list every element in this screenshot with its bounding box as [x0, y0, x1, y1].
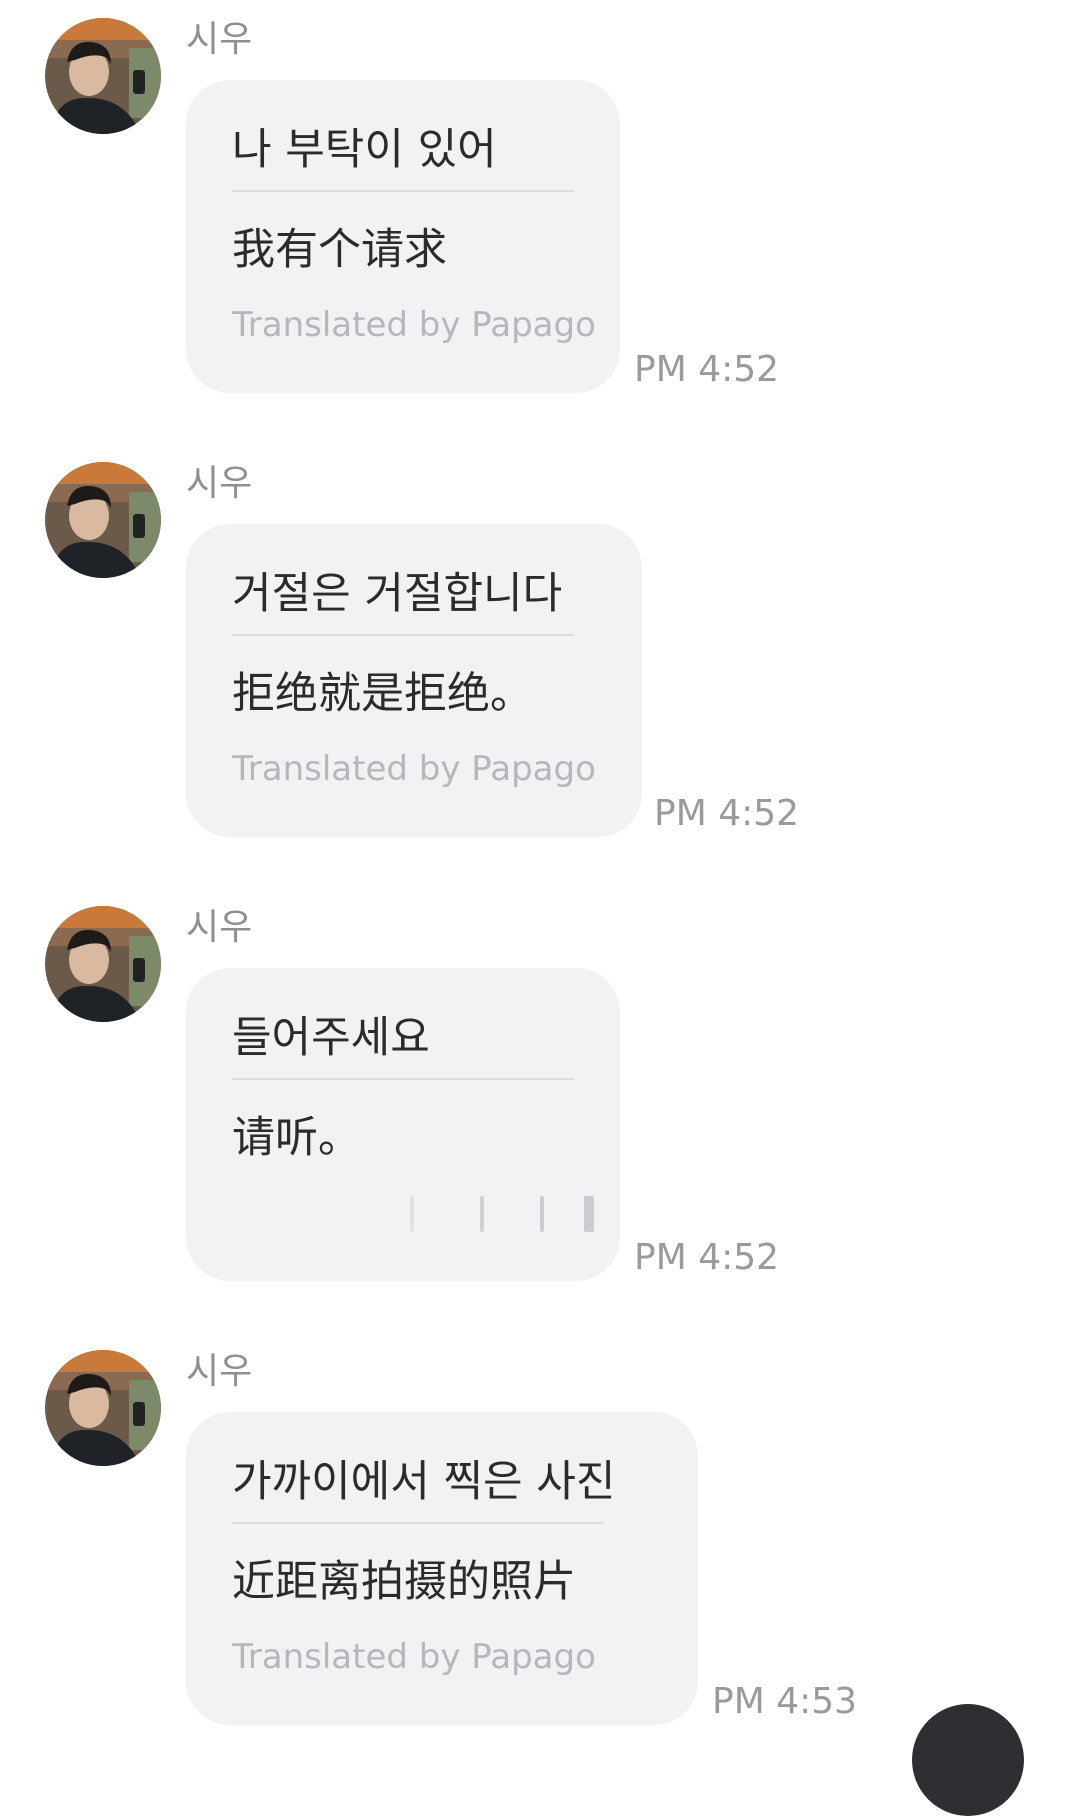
message-bubble[interactable]: 들어주세요 请听。: [186, 968, 620, 1281]
translated-text: 请听。: [232, 1113, 361, 1163]
message-bubble[interactable]: 가까이에서 찍은 사진 近距离拍摄的照片 Translated by Papag…: [186, 1412, 698, 1725]
avatar[interactable]: [45, 18, 161, 134]
avatar[interactable]: [45, 462, 161, 578]
translated-text: 拒绝就是拒绝。: [232, 669, 533, 719]
translation-loading-indicator: [232, 1190, 594, 1236]
translation-credit: Translated by Papago: [232, 305, 596, 345]
timestamp: PM 4:53: [712, 1681, 858, 1722]
message-bubble[interactable]: 나 부탁이 있어 我有个请求 Translated by Papago: [186, 80, 620, 393]
translation-credit: Translated by Papago: [232, 1637, 596, 1677]
scroll-down-button[interactable]: [912, 1704, 1024, 1816]
timestamp: PM 4:52: [634, 1237, 780, 1278]
timestamp: PM 4:52: [634, 349, 780, 390]
original-text: 나 부탁이 있어: [232, 125, 497, 175]
translation-credit: Translated by Papago: [232, 749, 596, 789]
avatar[interactable]: [45, 1350, 161, 1466]
sender-name: 시우: [186, 19, 253, 60]
translated-text: 近距离拍摄的照片: [232, 1557, 576, 1607]
original-text: 가까이에서 찍은 사진: [232, 1457, 616, 1507]
avatar[interactable]: [45, 906, 161, 1022]
timestamp: PM 4:52: [654, 793, 800, 834]
original-text: 들어주세요: [232, 1013, 430, 1063]
original-text: 거절은 거절합니다: [232, 569, 563, 619]
translated-text: 我有个请求: [232, 225, 447, 275]
sender-name: 시우: [186, 1351, 253, 1392]
message-bubble[interactable]: 거절은 거절합니다 拒绝就是拒绝。 Translated by Papago: [186, 524, 642, 837]
sender-name: 시우: [186, 907, 253, 948]
sender-name: 시우: [186, 463, 253, 504]
